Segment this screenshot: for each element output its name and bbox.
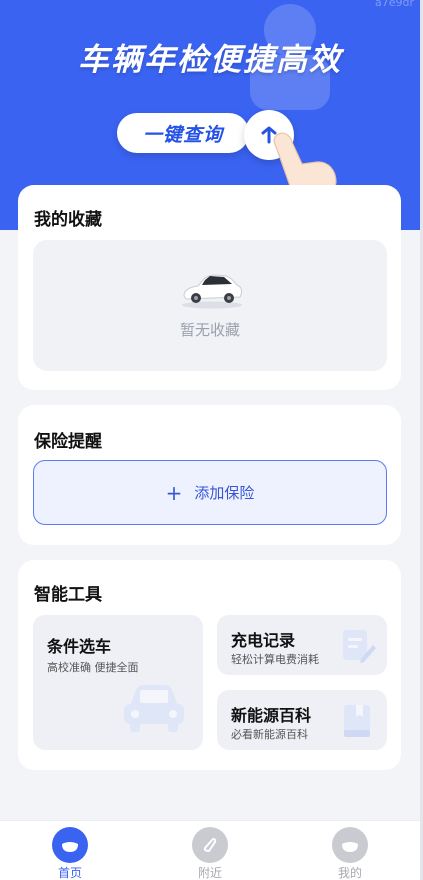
insurance-title: 保险提醒 <box>34 432 102 452</box>
tab-mine[interactable]: 我的 <box>310 821 390 880</box>
tool-charging-record[interactable]: 充电记录 轻松计算电费消耗 <box>217 615 387 675</box>
tab-nearby-label: 附近 <box>197 866 222 880</box>
tool-ev-encyclopedia-subtitle: 必看新能源百科 <box>231 728 308 741</box>
smart-tools-card: 智能工具 条件选车 高校准确 便捷全面 充电记录 轻松计算电费消耗 新能源百科 … <box>18 560 401 770</box>
tool-ev-encyclopedia-title: 新能源百科 <box>231 706 312 725</box>
tool-car-selection-subtitle: 高校准确 便捷全面 <box>47 661 139 674</box>
hero-title: 车辆年检便捷高效 <box>78 42 342 78</box>
favorites-card: 我的收藏 暂无收藏 <box>18 185 401 390</box>
car-illustration-icon <box>182 274 242 309</box>
compass-icon <box>192 827 228 863</box>
home-icon <box>52 827 88 863</box>
favorites-empty-state: 暂无收藏 <box>33 240 387 371</box>
tool-ev-encyclopedia[interactable]: 新能源百科 必看新能源百科 <box>217 690 387 750</box>
watermark-text: a7e9dr <box>374 0 414 9</box>
favorites-empty-text: 暂无收藏 <box>179 321 240 339</box>
tool-charging-record-subtitle: 轻松计算电费消耗 <box>231 653 319 666</box>
add-insurance-button[interactable]: + 添加保险 <box>33 460 387 525</box>
insurance-card: 保险提醒 + 添加保险 <box>18 405 401 545</box>
tool-car-selection-title: 条件选车 <box>47 637 112 656</box>
tab-home-label: 首页 <box>57 866 82 880</box>
quick-query-button[interactable]: 一键查询 <box>117 113 249 153</box>
tab-home[interactable]: 首页 <box>30 821 110 880</box>
tool-car-selection[interactable]: 条件选车 高校准确 便捷全面 <box>33 615 203 750</box>
plus-icon: + <box>165 480 183 505</box>
add-insurance-label: 添加保险 <box>194 484 255 502</box>
book-icon <box>344 705 370 737</box>
smart-tools-title: 智能工具 <box>34 585 102 605</box>
quick-query-label: 一键查询 <box>142 123 223 146</box>
car-icon <box>124 685 184 732</box>
document-edit-icon <box>343 630 376 663</box>
profile-icon <box>332 827 368 863</box>
tool-charging-record-title: 充电记录 <box>231 631 296 650</box>
bottom-tab-bar: 首页 附近 我的 <box>0 820 420 880</box>
tab-nearby[interactable]: 附近 <box>170 821 250 880</box>
favorites-title: 我的收藏 <box>34 210 102 230</box>
tab-mine-label: 我的 <box>337 866 362 880</box>
